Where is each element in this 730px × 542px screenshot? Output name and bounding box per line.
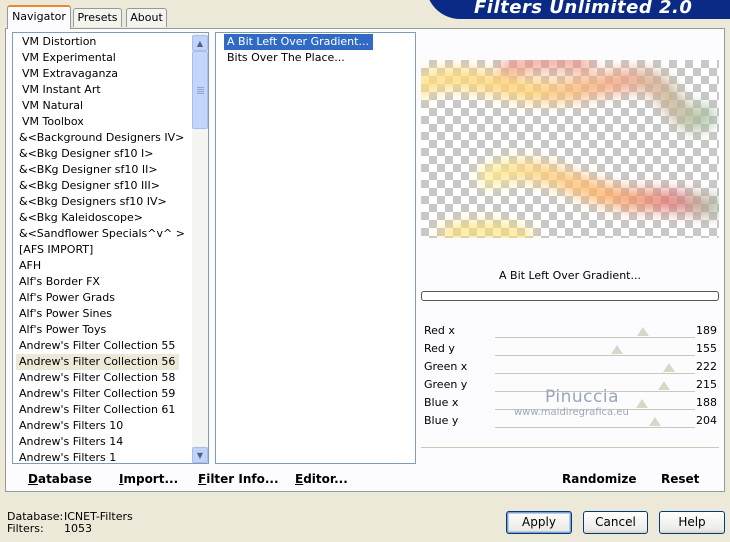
category-item[interactable]: VM Toolbox xyxy=(16,114,191,130)
category-item[interactable]: Andrew's Filter Collection 58 xyxy=(16,370,191,386)
editor-button[interactable]: Editor... xyxy=(295,472,348,486)
cancel-button[interactable]: Cancel xyxy=(583,511,648,534)
slider-thumb[interactable] xyxy=(610,345,623,354)
category-item[interactable]: VM Experimental xyxy=(16,50,191,66)
randomize-button[interactable]: Randomize xyxy=(562,472,636,486)
category-list[interactable]: VM Distortion VM Experimental VM Extravaga… xyxy=(12,32,209,464)
slider-value: 215 xyxy=(696,378,717,391)
category-item[interactable]: Andrew's Filter Collection 56 xyxy=(16,354,180,370)
separator xyxy=(421,447,719,448)
category-item[interactable]: Andrew's Filters 14 xyxy=(16,434,191,450)
slider-label: Red x xyxy=(424,324,455,337)
category-item[interactable]: &<Background Designers IV> xyxy=(16,130,191,146)
slider-row[interactable]: Green x 222 xyxy=(421,358,719,376)
filter-item[interactable]: Bits Over The Place... xyxy=(224,50,409,66)
category-item[interactable]: VM Natural xyxy=(16,98,191,114)
category-scrollbar[interactable]: ▲ ▼ xyxy=(192,33,208,463)
category-item[interactable]: Alf's Power Grads xyxy=(16,290,191,306)
scroll-up-button[interactable]: ▲ xyxy=(192,35,208,51)
banner-title: Filters Unlimited 2.0 xyxy=(474,0,693,18)
filter-item[interactable]: A Bit Left Over Gradient... xyxy=(223,33,374,51)
category-item[interactable]: [AFS IMPORT] xyxy=(16,242,191,258)
category-item[interactable]: &<Bkg Designer sf10 III> xyxy=(16,178,191,194)
slider-track[interactable] xyxy=(495,373,695,374)
database-button[interactable]: Database xyxy=(28,472,92,486)
filter-info-button[interactable]: Filter Info... xyxy=(198,472,279,486)
category-item[interactable]: Alf's Power Toys xyxy=(16,322,191,338)
filter-preview xyxy=(421,60,719,238)
category-item[interactable]: &<BKg Designer sf10 II> xyxy=(16,162,191,178)
category-item[interactable]: VM Extravaganza xyxy=(16,66,191,82)
slider-thumb[interactable] xyxy=(637,327,650,336)
slider-value: 188 xyxy=(696,396,717,409)
slider-track[interactable] xyxy=(495,427,695,428)
filters-label: Filters: xyxy=(7,522,44,535)
category-item[interactable]: &<Bkg Designers sf10 IV> xyxy=(16,194,191,210)
scroll-thumb[interactable] xyxy=(192,51,208,129)
slider-label: Red y xyxy=(424,342,455,355)
apply-button[interactable]: Apply xyxy=(506,511,572,534)
scroll-down-button[interactable]: ▼ xyxy=(192,447,208,463)
slider-thumb[interactable] xyxy=(636,399,649,408)
preview-filter-name: A Bit Left Over Gradient... xyxy=(499,269,641,282)
tab-presets[interactable]: Presets xyxy=(73,8,122,27)
slider-label: Blue x xyxy=(424,396,459,409)
filters-count: 1053 xyxy=(64,522,92,535)
filter-list[interactable]: A Bit Left Over Gradient... Bits Over The… xyxy=(215,32,416,464)
category-item[interactable]: Andrew's Filters 1 xyxy=(16,450,191,463)
watermark-url: www.maidiregrafica.eu xyxy=(514,407,629,418)
slider-thumb[interactable] xyxy=(649,417,661,426)
reset-button[interactable]: Reset xyxy=(661,472,699,486)
category-item[interactable]: Andrew's Filters 10 xyxy=(16,418,191,434)
tab-navigator[interactable]: Navigator xyxy=(7,5,71,29)
category-items: VM Distortion VM Experimental VM Extravaga… xyxy=(16,34,191,463)
slider-label: Blue y xyxy=(424,414,459,427)
import-button[interactable]: Import... xyxy=(119,472,178,486)
slider-track[interactable] xyxy=(495,355,695,356)
slider-thumb[interactable] xyxy=(663,363,676,372)
category-item[interactable]: AFH xyxy=(16,258,191,274)
category-item[interactable]: Alf's Border FX xyxy=(16,274,191,290)
slider-label: Green y xyxy=(424,378,468,391)
category-item[interactable]: VM Instant Art xyxy=(16,82,191,98)
progress-bar xyxy=(421,291,719,301)
category-item[interactable]: Andrew's Filter Collection 55 xyxy=(16,338,191,354)
slider-track[interactable] xyxy=(495,337,695,338)
category-item[interactable]: Alf's Power Sines xyxy=(16,306,191,322)
watermark-name: Pinuccia xyxy=(545,387,619,407)
help-button[interactable]: Help xyxy=(659,511,725,534)
tab-about[interactable]: About xyxy=(126,8,167,27)
slider-thumb[interactable] xyxy=(657,381,670,390)
category-item[interactable]: &<Bkg Designer sf10 I> xyxy=(16,146,191,162)
category-item[interactable]: Andrew's Filter Collection 61 xyxy=(16,402,191,418)
slider-label: Green x xyxy=(424,360,468,373)
slider-value: 155 xyxy=(696,342,717,355)
category-item[interactable]: VM Distortion xyxy=(16,34,191,50)
slider-row[interactable]: Red x 189 xyxy=(421,322,719,340)
category-item[interactable]: &<Bkg Kaleidoscope> xyxy=(16,210,191,226)
slider-value: 204 xyxy=(696,414,717,427)
slider-value: 189 xyxy=(696,324,717,337)
category-item[interactable]: Andrew's Filter Collection 59 xyxy=(16,386,191,402)
slider-row[interactable]: Red y 155 xyxy=(421,340,719,358)
filter-items: A Bit Left Over Gradient... Bits Over The… xyxy=(223,33,409,66)
category-item[interactable]: &<Sandflower Specials^v^ > xyxy=(16,226,191,242)
slider-value: 222 xyxy=(696,360,717,373)
preview-gradient-image xyxy=(421,60,719,238)
